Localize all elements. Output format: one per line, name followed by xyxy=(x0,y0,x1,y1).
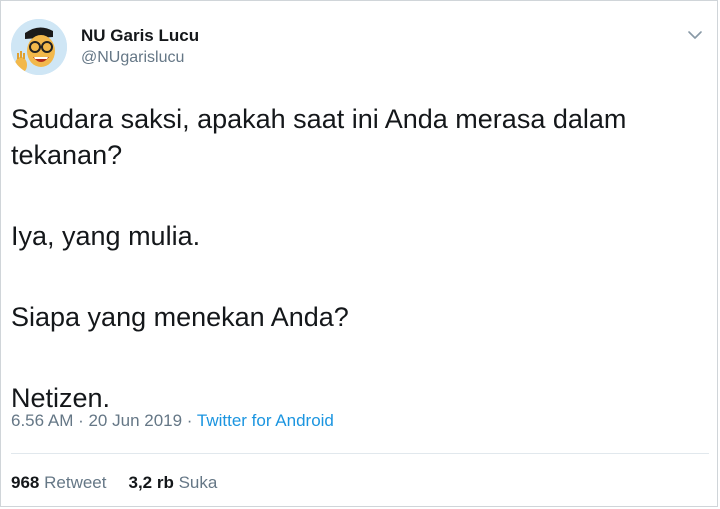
tweet-line: Iya, yang mulia. xyxy=(11,221,201,251)
chevron-down-icon[interactable] xyxy=(687,29,703,41)
tweet-header: NU Garis Lucu @NUgarislucu xyxy=(11,19,199,75)
tweet-line: tekanan? xyxy=(11,140,123,170)
like-stat[interactable]: 3,2 rb Suka xyxy=(128,471,217,495)
like-label: Suka xyxy=(178,473,218,492)
meta-separator: · xyxy=(182,411,197,430)
tweet-card: NU Garis Lucu @NUgarislucu Saudara saksi… xyxy=(0,0,718,507)
cartoon-avatar-icon[interactable] xyxy=(11,19,67,75)
tweet-timestamp[interactable]: 6.56 AM · 20 Jun 2019 xyxy=(11,411,182,430)
tweet-stats: 968 Retweet 3,2 rb Suka xyxy=(11,471,239,495)
tweet-source-link[interactable]: Twitter for Android xyxy=(197,411,334,430)
tweet-text: Saudara saksi, apakah saat ini Anda mera… xyxy=(11,101,691,416)
tweet-meta: 6.56 AM · 20 Jun 2019 · Twitter for Andr… xyxy=(11,409,334,433)
tweet-line: Siapa yang menekan Anda? xyxy=(11,302,349,332)
retweet-label: Retweet xyxy=(44,473,107,492)
author-info: NU Garis Lucu @NUgarislucu xyxy=(81,25,199,69)
retweet-count: 968 xyxy=(11,473,40,492)
divider xyxy=(11,453,709,454)
like-count: 3,2 rb xyxy=(128,473,174,492)
author-display-name[interactable]: NU Garis Lucu xyxy=(81,25,199,47)
tweet-line: Saudara saksi, apakah saat ini Anda mera… xyxy=(11,104,627,134)
author-handle[interactable]: @NUgarislucu xyxy=(81,47,199,69)
retweet-stat[interactable]: 968 Retweet xyxy=(11,471,106,495)
